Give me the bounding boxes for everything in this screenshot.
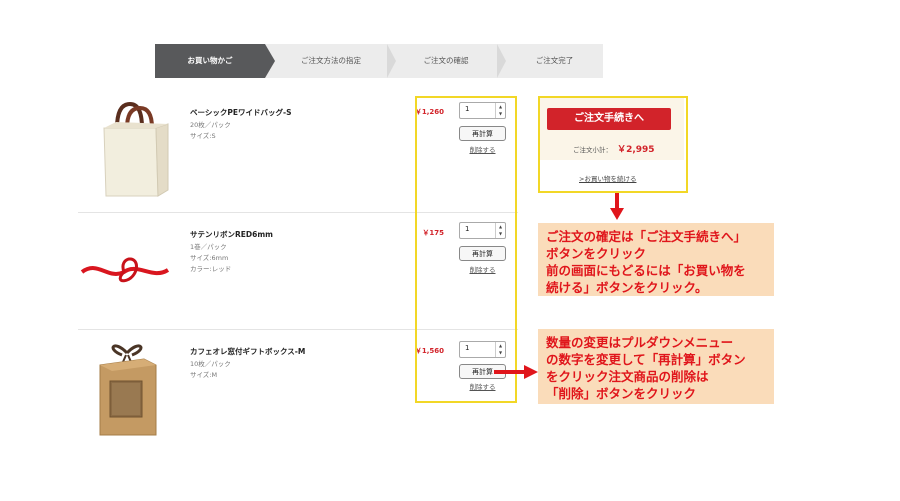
product-image-gift-box[interactable] — [92, 335, 162, 440]
white-bag-icon — [103, 101, 169, 197]
product-specs: 1巻／パック サイズ:6mm カラー:レッド — [190, 243, 232, 273]
product-image-ribbon[interactable] — [78, 250, 173, 290]
arrow-down-icon — [610, 193, 624, 221]
step-order-method: ご注文方法の指定 — [301, 56, 361, 65]
product-name[interactable]: カフェオレ窓付ギフトボックス-M — [190, 346, 305, 357]
gift-box-icon — [99, 344, 157, 436]
checkout-instruction-callout: ご注文の確定は「ご注文手続きへ」 ボタンをクリック 前の画面にもどるには「お買い… — [538, 223, 774, 296]
product-specs: 10枚／パック サイズ:M — [190, 360, 231, 379]
ribbon-icon — [80, 257, 170, 283]
product-image-paper-bag[interactable] — [92, 100, 172, 200]
product-name[interactable]: サテンリボンRED6mm — [190, 229, 273, 240]
step-cart: お買い物かご — [155, 44, 265, 78]
checkout-progress-steps: お買い物かご ご注文方法の指定 ご注文の確認 ご注文完了 — [155, 44, 603, 78]
product-specs: 20枚／パック サイズ:S — [190, 121, 231, 140]
step-complete: ご注文完了 — [535, 56, 574, 65]
step-confirm: ご注文の確認 — [423, 56, 469, 65]
step-arrow — [387, 44, 396, 78]
checkout-highlight — [538, 96, 688, 193]
step-arrow — [265, 44, 275, 78]
step-arrow — [497, 44, 506, 78]
quantity-instruction-callout: 数量の変更はプルダウンメニュー の数字を変更して「再計算」ボタン をクリック注文… — [538, 329, 774, 404]
arrow-right-icon — [494, 364, 538, 379]
quantity-column-highlight — [415, 96, 517, 403]
product-name[interactable]: ベーシックPEワイドバッグ-S — [190, 107, 291, 118]
